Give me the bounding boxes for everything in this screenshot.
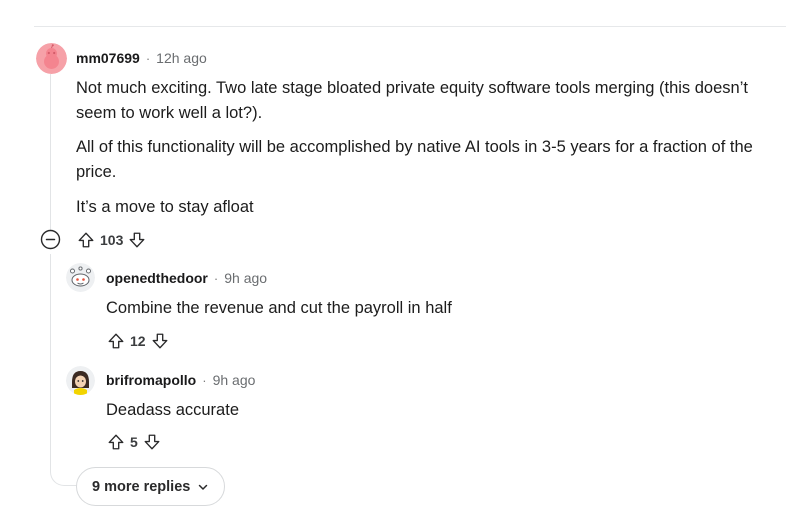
more-replies-button[interactable]: 9 more replies	[76, 467, 226, 506]
username[interactable]: mm07699	[76, 50, 140, 66]
vote-count: 12	[130, 333, 146, 349]
upvote-icon[interactable]	[106, 331, 126, 351]
vote-count: 103	[100, 232, 124, 248]
chevron-down-icon	[197, 481, 209, 493]
vote-bar: 103	[76, 229, 147, 251]
thread-connector	[50, 440, 78, 486]
separator-dot: ·	[202, 372, 207, 388]
downvote-icon[interactable]	[142, 432, 162, 452]
top-divider	[34, 26, 786, 27]
username[interactable]: brifromapollo	[106, 372, 196, 388]
timestamp[interactable]: 12h ago	[156, 50, 207, 66]
upvote-icon[interactable]	[106, 432, 126, 452]
reply-text: Combine the revenue and cut the payroll …	[106, 299, 452, 317]
more-replies-label: 9 more replies	[92, 478, 191, 495]
comment-meta: mm07699 · 12h ago	[76, 50, 207, 66]
downvote-icon[interactable]	[150, 331, 170, 351]
separator-dot: ·	[213, 270, 219, 286]
comment-paragraph: All of this functionality will be accomp…	[76, 138, 753, 181]
avatar[interactable]	[66, 263, 95, 292]
reply-meta: brifromapollo · 9h ago	[106, 372, 255, 388]
comment-paragraph: It’s a move to stay afloat	[76, 198, 254, 216]
timestamp[interactable]: 9h ago	[224, 270, 267, 286]
vote-bar: 12	[106, 330, 170, 352]
reply-meta: openedthedoor · 9h ago	[106, 270, 267, 286]
vote-count: 5	[130, 434, 138, 450]
downvote-icon[interactable]	[127, 230, 147, 250]
timestamp[interactable]: 9h ago	[213, 372, 256, 388]
comment-paragraph: Not much exciting. Two late stage bloate…	[76, 79, 748, 122]
thread-line[interactable]	[50, 254, 51, 440]
avatar[interactable]	[36, 43, 67, 74]
vote-bar: 5	[106, 431, 162, 453]
avatar[interactable]	[66, 366, 95, 395]
minus-circle-icon[interactable]	[40, 229, 61, 250]
upvote-icon[interactable]	[76, 230, 96, 250]
username[interactable]: openedthedoor	[106, 270, 208, 286]
separator-dot: ·	[145, 50, 151, 66]
thread-line[interactable]	[50, 74, 51, 230]
reply-text: Deadass accurate	[106, 401, 239, 419]
